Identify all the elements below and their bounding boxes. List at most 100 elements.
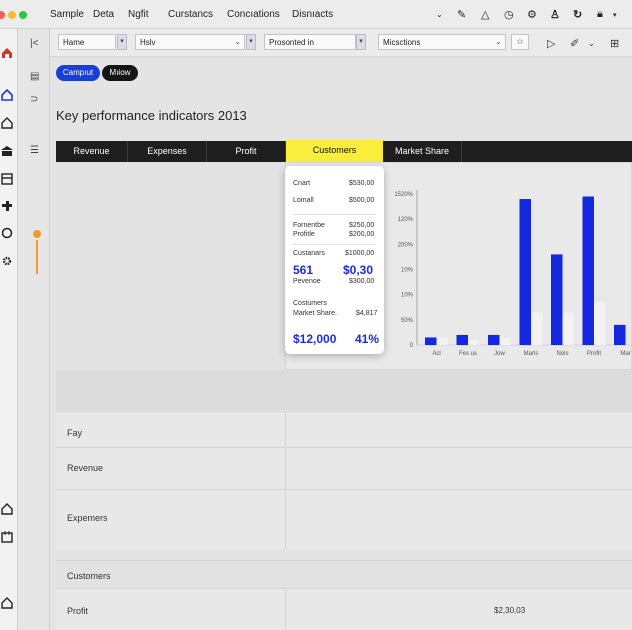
chart-bar [614, 324, 626, 345]
y-tick-label: 10% [401, 268, 414, 274]
table-row[interactable]: Customers [56, 560, 632, 588]
home-bottom-icon[interactable] [0, 502, 14, 516]
table-row[interactable]: Fay [56, 411, 632, 447]
card-r4-label: Profitle [293, 231, 315, 238]
tab-expenses[interactable]: Expenses [128, 141, 207, 162]
card-big1-left: 561 [293, 263, 314, 277]
chevron-down-icon[interactable]: ⌄ [436, 10, 443, 19]
column-divider [285, 589, 286, 630]
calendar-icon[interactable] [0, 530, 14, 544]
chart-bar [468, 339, 480, 345]
menu-item-ngfit[interactable]: Ngfit [128, 9, 149, 20]
tab-profit[interactable]: Profit [207, 141, 286, 162]
chart-bar [499, 337, 511, 345]
view-select-value: Hslv [140, 38, 156, 47]
card-r6-label: Pevenoe [293, 278, 321, 285]
row-label: Fay [67, 428, 83, 438]
lock-icon[interactable]: 🔒︎ [597, 8, 603, 21]
menu-item-conciations[interactable]: Concıations [227, 9, 280, 20]
close-window-button[interactable] [0, 11, 5, 19]
pen-icon[interactable]: ✎ [457, 8, 466, 21]
card-r3-label: Fornentbe [293, 222, 325, 229]
view-pill[interactable]: Mıiow [102, 65, 138, 81]
bank-icon[interactable] [0, 596, 14, 610]
active-indicator-dot [33, 230, 41, 238]
menu-item-disnacts[interactable]: Disnıacts [292, 9, 333, 20]
section-divider [56, 370, 632, 410]
tab-revenue[interactable]: Revenue [56, 141, 128, 162]
page-title: Key performance indicators 2013 [56, 108, 247, 123]
view-select[interactable]: Hslv ⌄ [135, 34, 245, 50]
card-r1-value: $530,00 [349, 180, 375, 187]
card-big1-right: $0,30 [343, 263, 374, 277]
maximize-window-button[interactable] [19, 11, 27, 19]
card-divider [293, 244, 376, 245]
building-icon[interactable] [0, 144, 14, 158]
tag-icon[interactable]: ⊃ [30, 94, 38, 105]
tab-market-share[interactable]: Market Share [383, 141, 462, 162]
cycle-icon[interactable]: ↻ [573, 8, 582, 21]
brush-caret-icon[interactable]: ⌄ [588, 39, 595, 48]
campaign-pill[interactable]: Campıut [56, 65, 100, 81]
card-r5-label: Custanars [293, 250, 325, 257]
home-select[interactable]: Hame [58, 34, 116, 50]
column-divider [285, 490, 286, 549]
y-tick-label: 0 [410, 343, 414, 349]
chart-bar [425, 337, 437, 345]
chart-bar [456, 334, 468, 345]
play-icon[interactable]: ▷ [547, 37, 555, 50]
y-tick-label: 10% [401, 293, 414, 299]
menu-item-sample[interactable]: Sample [50, 9, 84, 20]
pin-icon: ☆ [516, 37, 524, 46]
table-row[interactable]: Profit $2,30,03 [56, 588, 632, 630]
minimize-window-button[interactable] [8, 11, 16, 19]
user-icon[interactable]: ♙ [550, 8, 560, 21]
range-select[interactable]: Prosonted in [264, 34, 356, 50]
pin-button[interactable]: ☆ [511, 34, 529, 50]
grid-icon[interactable]: ⊞ [610, 37, 619, 50]
refresh-icon[interactable] [0, 226, 14, 240]
menu-item-deta[interactable]: Deta [93, 9, 114, 20]
brush-icon[interactable]: ✐ [570, 37, 579, 50]
kpi-panel-left [56, 162, 286, 370]
home-select-caret-icon[interactable]: ▾ [117, 34, 127, 50]
chart-bar [531, 312, 543, 345]
menu-item-curstancs[interactable]: Curstancs [168, 9, 213, 20]
x-tick-label: Marls [524, 351, 539, 357]
range-select-caret-icon[interactable]: ▾ [356, 34, 366, 50]
clock-icon[interactable]: ◷ [504, 8, 514, 21]
settings-icon[interactable]: ⚙ [527, 8, 537, 21]
table-row[interactable]: Revenue [56, 447, 632, 489]
list-icon[interactable]: ☰ [30, 145, 39, 156]
window-icon[interactable] [0, 172, 14, 186]
metrics-select[interactable]: Micsctions ⌄ [378, 34, 506, 50]
lock-caret-icon[interactable]: ▾ [613, 11, 617, 19]
collapse-icon[interactable]: |< [30, 38, 38, 49]
view-select-caret-icon[interactable]: ▾ [246, 34, 256, 50]
card-big2-left: $12,000 [293, 332, 337, 346]
card-r7-label: Costumers [293, 300, 327, 307]
chart-bar [594, 302, 606, 345]
active-indicator-line [36, 240, 38, 274]
tab-customers[interactable]: Customers [286, 140, 383, 162]
row-label: Profit [67, 606, 89, 616]
metrics-select-value: Micsctions [383, 38, 421, 47]
home-icon[interactable] [0, 88, 14, 102]
x-tick-label: Fes us [459, 351, 477, 357]
chart-bar [551, 254, 563, 345]
y-tick-label: 50% [401, 318, 414, 324]
puzzle-icon[interactable] [0, 199, 14, 213]
bell-icon[interactable]: △ [481, 8, 489, 21]
layers-icon[interactable]: ▤ [30, 71, 39, 82]
house-icon[interactable] [0, 116, 14, 130]
logo-icon[interactable] [0, 46, 14, 60]
gear-icon[interactable] [0, 254, 14, 268]
customers-bar-chart: 1520% 120% 200% 10% 10% 50% 0 Acl Fes us Jow Marls… [394, 190, 632, 357]
card-r2-label: Lomall [293, 197, 314, 204]
chart-bar [562, 312, 574, 345]
card-r2-value: $500,00 [349, 197, 375, 204]
table-row[interactable]: Expemers [56, 489, 632, 549]
column-divider [285, 448, 286, 489]
kpi-tabs: Revenue Expenses Profit Customers Market… [56, 140, 632, 162]
card-r4-value: $200,00 [349, 231, 375, 238]
